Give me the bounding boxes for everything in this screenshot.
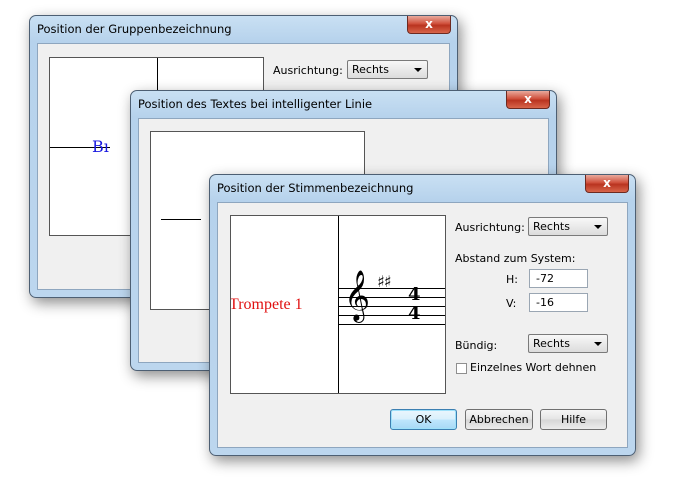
orientation-value: Rechts [533,220,570,233]
h-offset-field[interactable]: -72 [529,269,588,288]
orientation-select[interactable]: Rechts [528,217,608,236]
close-button[interactable]: x [407,16,451,34]
close-button[interactable]: x [506,91,550,109]
chevron-down-icon [594,225,602,229]
chevron-down-icon [594,342,602,346]
v-offset-field[interactable]: -16 [529,293,588,312]
orientation-value: Rechts [352,63,389,76]
cancel-button[interactable]: Abbrechen [465,409,533,430]
h-label: H: [506,273,518,286]
dialog-title: Position der Stimmenbezeichnung [217,181,414,195]
orientation-select[interactable]: Rechts [347,60,428,79]
align-label: Bündig: [455,339,498,352]
chevron-down-icon [414,68,422,72]
distance-label: Abstand zum System: [455,252,576,265]
orientation-label: Ausrichtung: [273,64,343,77]
help-button[interactable]: Hilfe [540,409,607,430]
dialog-title: Position des Textes bei intelligenter Li… [138,97,373,111]
close-button[interactable]: x [585,175,629,193]
preview-panel: 𝄞 ♯♯ 4 4 Trompete 1 [230,215,446,394]
ok-button[interactable]: OK [390,409,457,430]
v-label: V: [506,297,517,310]
align-select[interactable]: Rechts [528,334,608,353]
orientation-label: Ausrichtung: [455,221,525,234]
time-signature-bottom: 4 [408,303,421,324]
preview-group-label: Bı [92,137,109,156]
dialog-client: 𝄞 ♯♯ 4 4 Trompete 1 Ausrichtung: Rechts … [217,202,628,448]
stretch-word-label: Einzelnes Wort dehnen [470,361,597,374]
part-name-label: Trompete 1 [230,296,303,313]
system-barline [338,216,339,393]
preview-line [161,219,201,220]
dialog-part-name-position: Position der Stimmenbezeichnung x 𝄞 ♯♯ 4… [209,174,636,456]
key-signature: ♯♯ [377,272,392,291]
time-signature-top: 4 [408,284,421,305]
stretch-word-checkbox[interactable] [456,363,467,374]
align-value: Rechts [533,337,570,350]
treble-clef-icon: 𝄞 [344,270,371,321]
dialog-title: Position der Gruppenbezeichnung [37,22,232,36]
